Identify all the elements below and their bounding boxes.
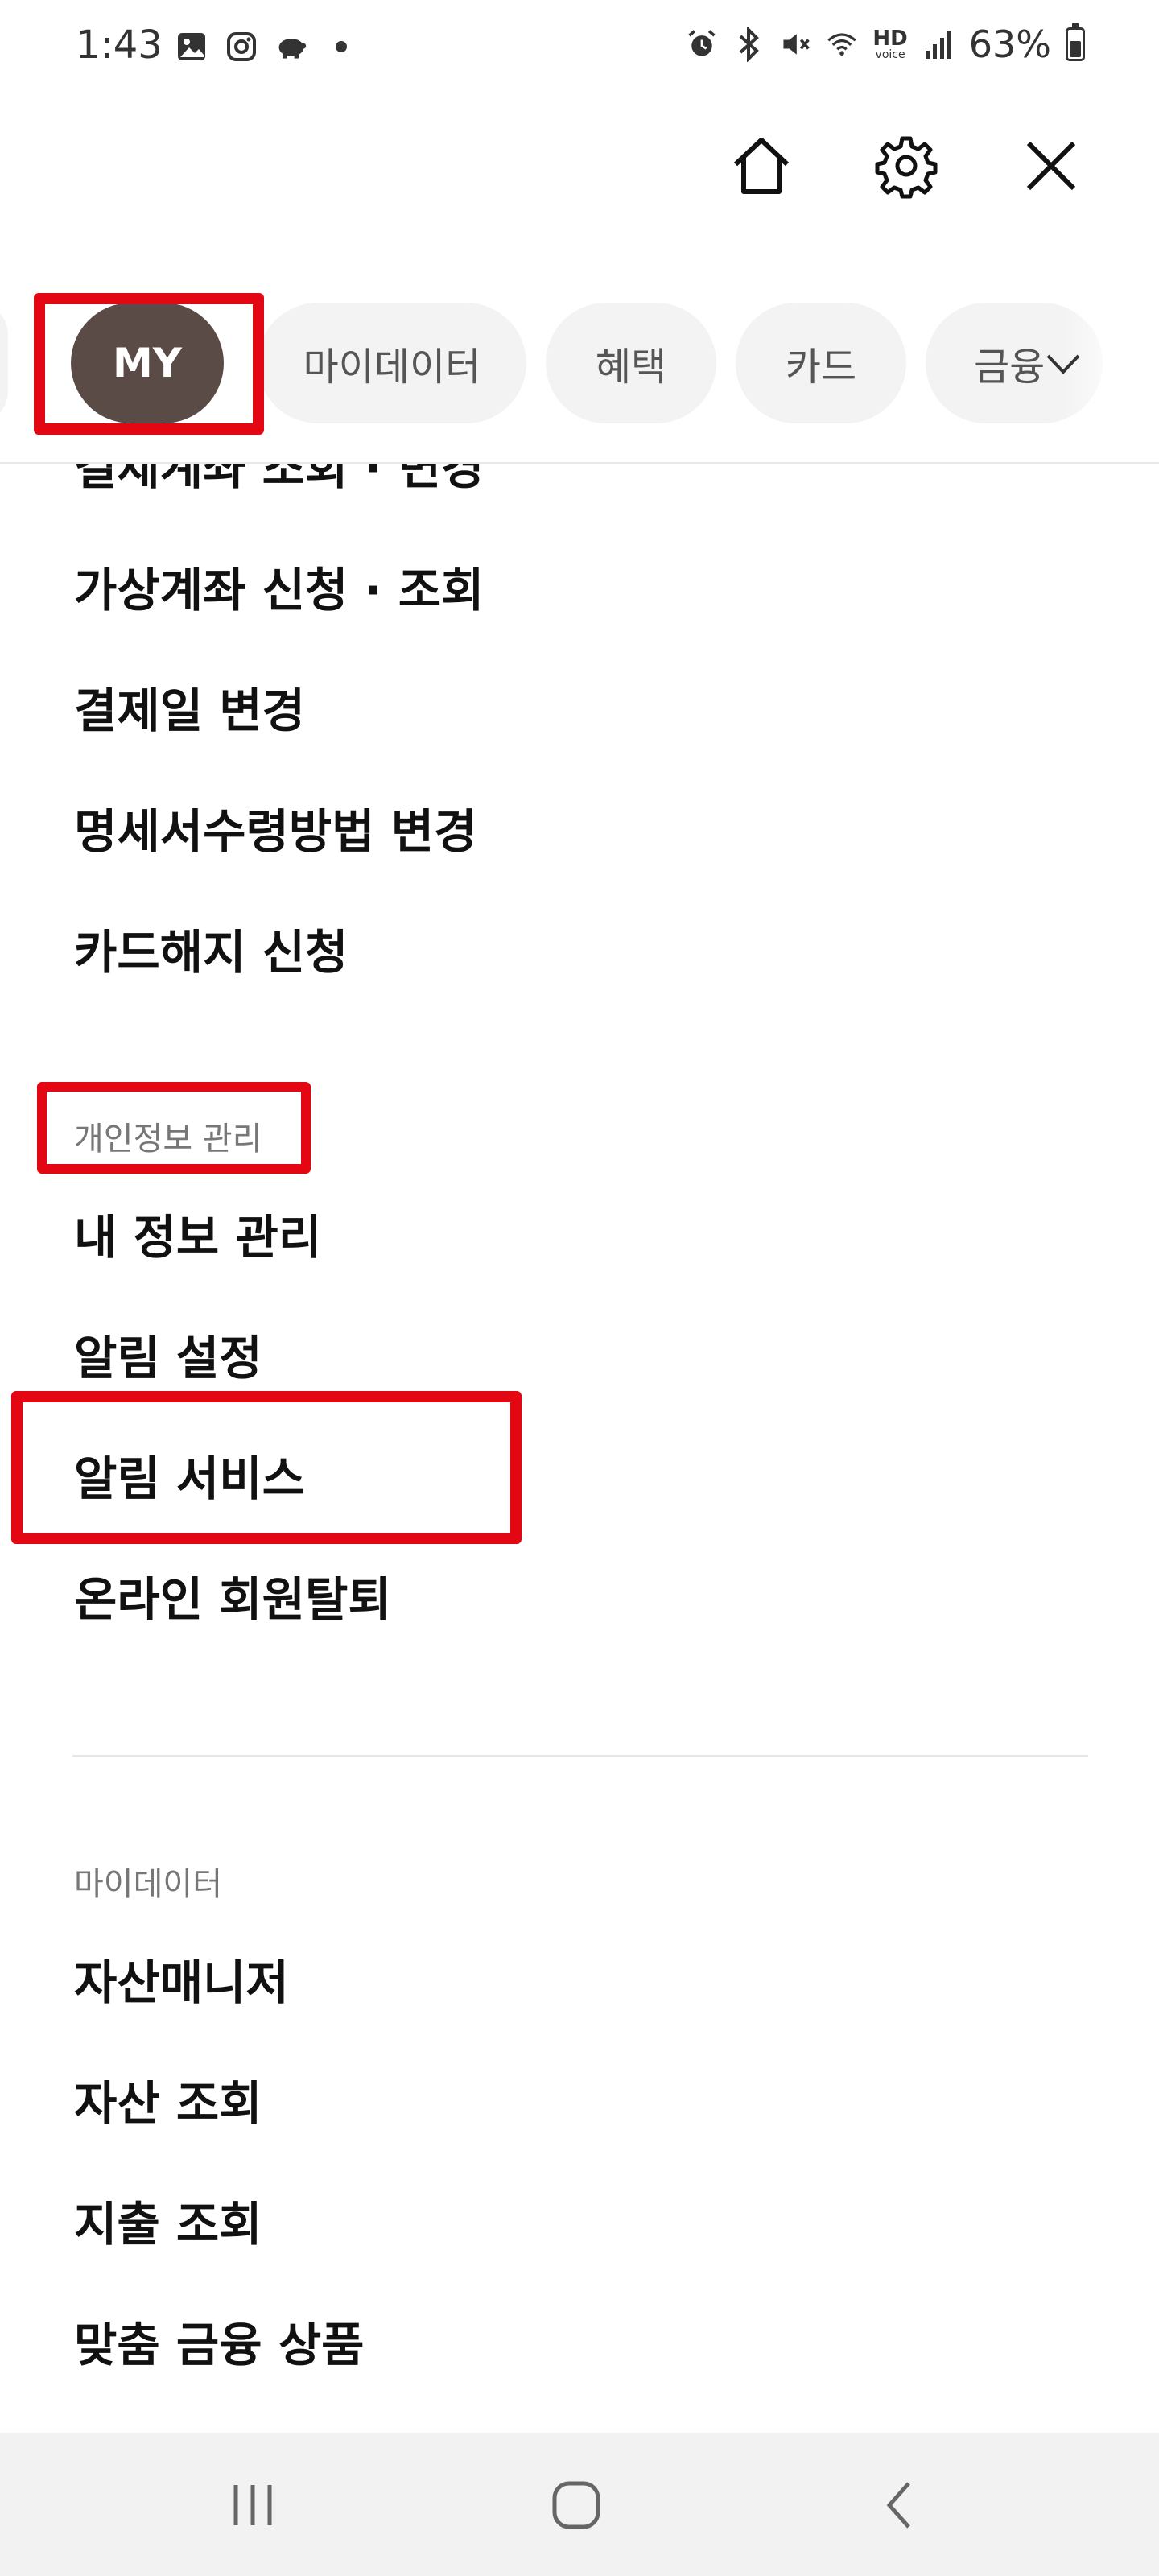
battery-percent: 63% (968, 23, 1051, 66)
menu-item-notification-settings[interactable]: 알림 설정 (74, 1320, 262, 1388)
mute-icon (779, 28, 811, 60)
menu-item-statement-method[interactable]: 명세서수령방법 변경 (74, 794, 476, 861)
home-button[interactable] (723, 127, 800, 204)
menu-item-asset-manager[interactable]: 자산매니저 (74, 1945, 289, 2013)
close-icon (1026, 141, 1076, 191)
section-label-mydata: 마이데이터 (74, 1866, 222, 1903)
tab-card[interactable]: 카드 (736, 303, 906, 423)
menu-item-spending-inquiry[interactable]: 지출 조회 (74, 2186, 262, 2254)
status-bar: 1:43 HD voice 63% (0, 0, 1159, 97)
menu-item-payment-date[interactable]: 결제일 변경 (74, 673, 305, 741)
menu-item-asset-inquiry[interactable]: 자산 조회 (74, 2066, 262, 2133)
tab-finance-label: 금융 (974, 345, 1046, 390)
menu-item-my-info[interactable]: 내 정보 관리 (74, 1199, 321, 1267)
highlight-personal-section (37, 1082, 311, 1174)
signal-icon (922, 28, 955, 60)
back-button[interactable] (852, 2465, 948, 2545)
gear-icon (875, 136, 938, 199)
status-time: 1:43 (76, 23, 163, 68)
home-nav-button[interactable] (528, 2465, 625, 2545)
instagram-icon (225, 31, 258, 63)
recent-apps-icon (233, 2485, 272, 2525)
battery-icon (1066, 23, 1085, 61)
menu-item-card-cancel[interactable]: 카드해지 신청 (74, 914, 348, 982)
settings-button[interactable] (868, 127, 945, 204)
home-icon (733, 138, 790, 194)
home-nav-icon (552, 2481, 600, 2529)
alarm-icon (686, 28, 718, 60)
wifi-icon (826, 28, 858, 60)
hd-voice-icon: HD voice (872, 27, 908, 61)
bluetooth-icon (732, 27, 765, 62)
menu-item-payment-account[interactable]: 결제계좌 조회 · 변경 (0, 464, 1159, 496)
section-divider (72, 1755, 1088, 1757)
tab-mydata[interactable]: 마이데이터 (258, 303, 526, 423)
chevron-down-icon[interactable] (1043, 349, 1083, 378)
tab-benefits[interactable]: 혜택 (546, 303, 716, 423)
back-icon (886, 2482, 910, 2529)
recent-apps-button[interactable] (204, 2465, 301, 2545)
highlight-notification-service (11, 1391, 522, 1544)
system-navigation-bar (0, 2433, 1159, 2576)
gallery-icon (175, 31, 208, 63)
menu-item-custom-financial-products[interactable]: 맞춤 금융 상품 (74, 2307, 365, 2375)
menu-item-virtual-account[interactable]: 가상계좌 신청 · 조회 (74, 552, 485, 620)
close-button[interactable] (1013, 127, 1090, 204)
piggy-bank-icon (275, 31, 307, 63)
notification-dot-icon (325, 31, 357, 63)
highlight-my-tab (34, 293, 264, 435)
tab-previous-partial[interactable] (0, 303, 8, 423)
menu-item-withdraw[interactable]: 온라인 회원탈퇴 (74, 1562, 391, 1629)
